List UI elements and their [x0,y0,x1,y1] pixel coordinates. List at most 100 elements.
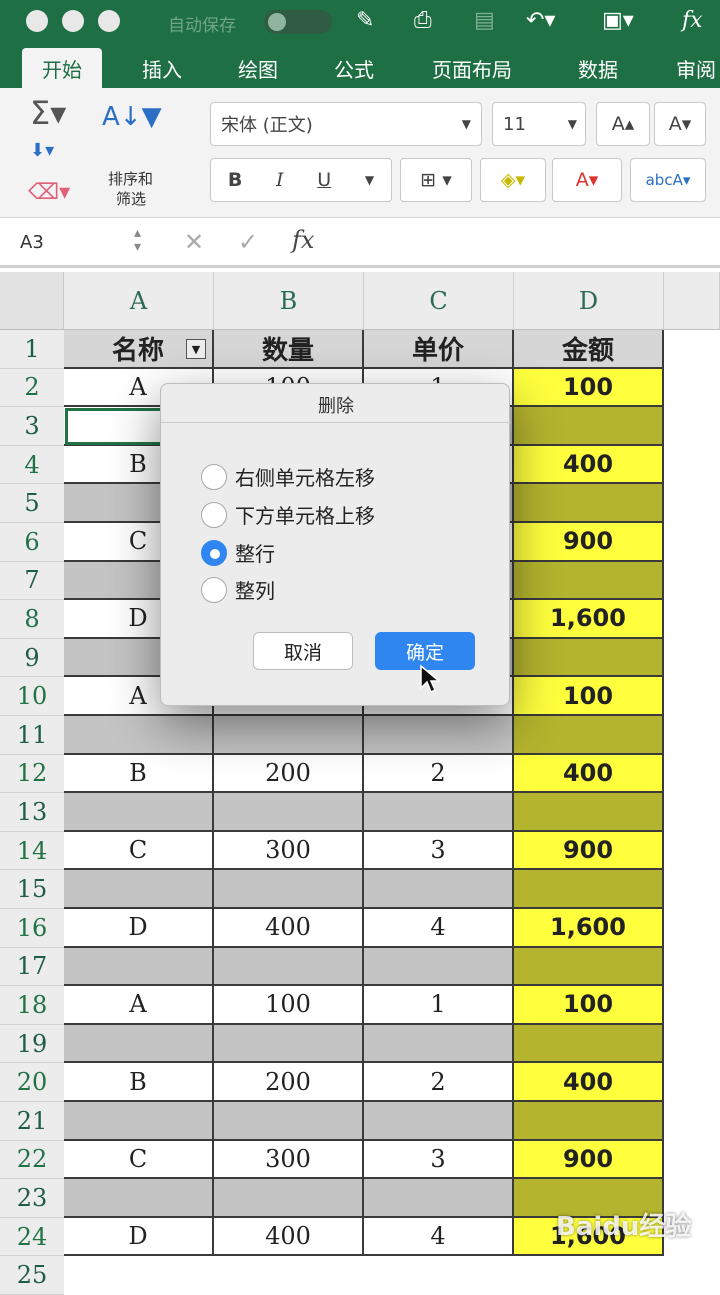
table-cell[interactable] [514,561,664,601]
print-icon[interactable]: ⎙ [414,8,432,33]
table-cell[interactable] [64,793,214,832]
underline-button[interactable]: U [317,169,331,191]
save-icon[interactable]: ▤ [474,8,495,33]
table-cell[interactable]: 3 [364,831,514,871]
table-cell[interactable]: 400 [514,445,664,485]
name-box-stepper-icon[interactable]: ▴ ▾ [134,226,141,254]
table-cell[interactable]: 200 [214,1063,364,1102]
table-cell[interactable] [514,1024,664,1064]
table-cell[interactable] [364,793,514,832]
column-header-c[interactable]: C [364,272,514,330]
table-cell[interactable]: 2 [364,1063,514,1102]
option-entire-row[interactable]: 整行 [201,538,275,567]
row-header[interactable]: 1 [0,330,64,369]
tab-page-layout[interactable]: 页面布局 [432,54,512,83]
table-cell[interactable] [64,1179,214,1218]
row-header[interactable]: 5 [0,484,64,523]
table-cell[interactable]: 1,600 [514,600,664,639]
table-cell[interactable]: 4 [364,1217,514,1257]
borders-button[interactable]: ⊞ ▾ [400,158,472,202]
tab-review[interactable]: 审阅 [676,54,716,83]
table-cell[interactable] [214,716,364,755]
row-header[interactable]: 7 [0,561,64,601]
view-icon[interactable]: ▣▾ [602,8,634,33]
radio-button-selected[interactable] [201,539,227,566]
table-cell[interactable]: 100 [214,986,364,1025]
radio-button[interactable] [201,501,227,528]
chevron-down-icon[interactable]: ▼ [365,173,374,187]
table-cell[interactable] [364,947,514,987]
tab-insert[interactable]: 插入 [142,54,182,83]
table-cell[interactable]: 100 [514,368,664,408]
row-header[interactable]: 3 [0,407,64,446]
row-header[interactable]: 20 [0,1063,64,1102]
close-window-button[interactable] [26,10,48,32]
select-all-corner[interactable] [0,272,64,330]
table-cell[interactable] [514,793,664,832]
column-header-b[interactable]: B [214,272,364,330]
table-cell[interactable]: 4 [364,909,514,948]
font-name-select[interactable]: 宋体 (正文) ▼ [210,102,482,146]
row-header[interactable]: 18 [0,986,64,1025]
table-cell[interactable]: 1 [364,986,514,1025]
table-cell[interactable] [64,1024,214,1064]
table-cell[interactable]: B [64,1063,214,1102]
table-cell[interactable]: 3 [364,1140,514,1180]
row-header[interactable]: 21 [0,1102,64,1141]
minimize-window-button[interactable] [62,10,84,32]
function-icon[interactable]: fx [682,8,703,33]
enter-icon[interactable]: ✓ [238,228,258,256]
row-header[interactable]: 19 [0,1024,64,1064]
table-cell[interactable]: 900 [514,1140,664,1180]
table-header-cell[interactable]: 数量 [214,330,364,369]
table-cell[interactable] [514,638,664,678]
table-cell[interactable]: C [64,1140,214,1180]
table-header-cell[interactable]: 金额 [514,330,664,369]
table-header-cell[interactable]: 名称 ▼ [64,330,214,369]
name-box[interactable]: A3 [20,232,44,253]
row-header[interactable]: 16 [0,909,64,948]
font-size-select[interactable]: 11 ▼ [492,102,586,146]
column-header-a[interactable]: A [64,272,214,330]
zoom-window-button[interactable] [98,10,120,32]
table-cell[interactable]: C [64,831,214,871]
table-cell[interactable] [514,947,664,987]
row-header[interactable]: 9 [0,638,64,678]
row-header[interactable]: 4 [0,445,64,485]
radio-button[interactable] [201,463,227,490]
cancel-icon[interactable]: ✕ [184,228,204,256]
table-cell[interactable]: 400 [214,909,364,948]
autosum-icon[interactable]: Σ▾ [30,94,66,132]
column-header-e[interactable] [664,272,720,330]
insert-function-icon[interactable]: fx [292,226,314,254]
text-styles-button[interactable]: abcA▾ [630,158,706,202]
tab-draw[interactable]: 绘图 [238,54,278,83]
row-header[interactable]: 13 [0,793,64,832]
table-cell[interactable]: 400 [514,754,664,794]
undo-icon[interactable]: ↶▾ [526,8,555,33]
row-header[interactable]: 12 [0,754,64,794]
row-header[interactable]: 6 [0,523,64,562]
table-cell[interactable] [514,716,664,755]
table-cell[interactable]: 900 [514,523,664,562]
table-cell[interactable]: 2 [364,754,514,794]
row-header[interactable]: 11 [0,716,64,755]
tab-formulas[interactable]: 公式 [334,54,374,83]
fill-color-button[interactable]: ◈▾ [480,158,546,202]
table-cell[interactable] [214,793,364,832]
table-cell[interactable] [214,870,364,909]
row-header[interactable]: 17 [0,947,64,987]
tab-home[interactable]: 开始 [22,48,102,88]
table-cell[interactable]: 400 [514,1063,664,1102]
table-cell[interactable]: A [64,986,214,1025]
row-header[interactable]: 14 [0,831,64,871]
clear-icon[interactable]: ⌫▾ [28,180,70,205]
table-cell[interactable] [514,870,664,909]
table-cell[interactable]: 300 [214,831,364,871]
autosave-toggle[interactable] [264,10,332,34]
italic-button[interactable]: I [276,169,284,191]
filter-dropdown-icon[interactable]: ▼ [186,339,206,359]
table-cell[interactable]: 900 [514,831,664,871]
tab-data[interactable]: 数据 [578,54,618,83]
table-cell[interactable] [214,1024,364,1064]
